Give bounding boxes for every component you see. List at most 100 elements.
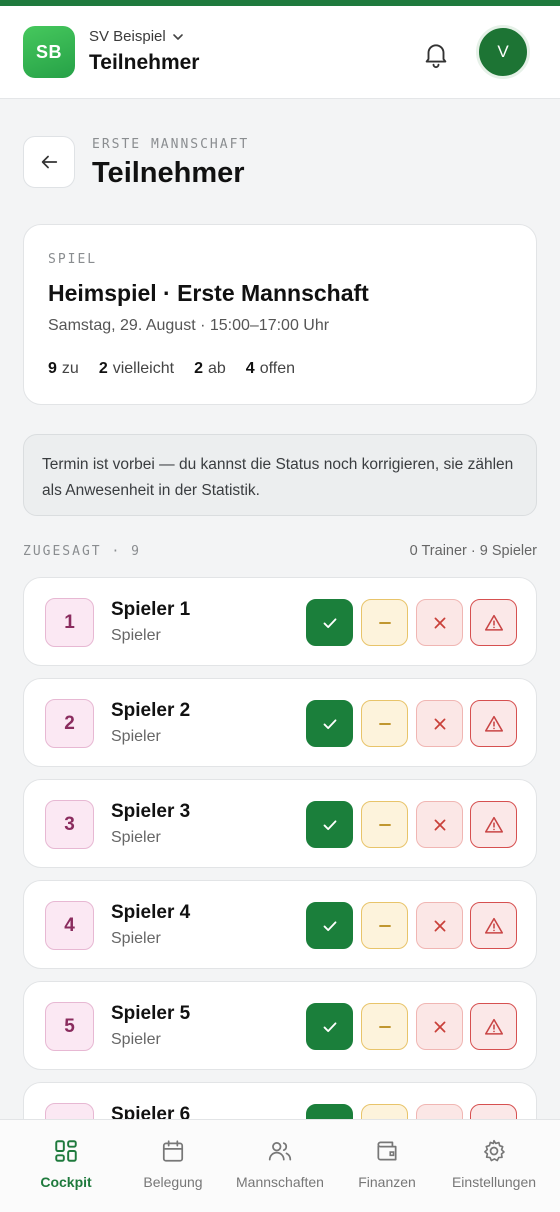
player-name[interactable]: Spieler 2 [111,700,190,722]
section-summary: 0 Trainer · 9 Spieler [409,543,537,559]
jersey-number: 3 [45,800,94,849]
count-accepted: 9 zu [48,360,79,377]
user-avatar[interactable]: V [476,25,530,79]
bell-icon[interactable] [421,39,451,69]
nav-label: Belegung [143,1174,203,1190]
gear-icon [484,1139,505,1162]
player-role: Spieler [111,829,161,846]
info-notice: Termin ist vorbei — du kannst die Status… [23,434,537,516]
player-role: Spieler [111,930,161,947]
minus-icon [378,1025,391,1028]
chevron-down-icon [172,33,183,40]
arrow-left-icon [41,155,58,169]
event-response-counts: 9 zu 2 vielleicht 2 ab 4 offen [48,360,295,378]
nav-label: Finanzen [358,1174,416,1190]
player-row: 3 Spieler 3 Spieler [23,779,537,868]
wallet-icon [377,1141,397,1161]
nav-label: Cockpit [40,1174,92,1190]
club-switcher[interactable]: SV Beispiel [89,28,184,45]
status-no-button[interactable] [416,700,463,747]
status-warn-button[interactable] [470,902,517,949]
count-open: 4 offen [245,360,295,377]
status-maybe-button[interactable] [361,700,408,747]
status-warn-button[interactable] [470,700,517,747]
x-icon [434,617,445,628]
event-kind: SPIEL [48,252,98,267]
status-no-button[interactable] [416,902,463,949]
minus-icon [378,823,391,826]
page-title: Teilnehmer [92,157,245,189]
app-header: SB SV Beispiel Teilnehmer V [0,6,560,99]
x-icon [434,920,445,931]
count-declined: 2 ab [194,360,226,377]
x-icon [434,1021,445,1032]
nav-label: Einstellungen [451,1174,537,1190]
player-row: 1 Spieler 1 Spieler [23,577,537,666]
jersey-number: 5 [45,1002,94,1051]
x-icon [434,718,445,729]
status-no-button[interactable] [416,599,463,646]
club-logo[interactable]: SB [23,26,75,78]
calendar-icon [162,1140,184,1162]
x-icon [434,819,445,830]
warning-icon [484,1018,503,1035]
nav-item-finanzen[interactable]: Finanzen [331,1120,443,1212]
check-icon [323,617,336,628]
nav-label: Mannschaften [236,1174,324,1190]
player-row: 4 Spieler 4 Spieler [23,880,537,969]
nav-item-mannschaften[interactable]: Mannschaften [224,1120,336,1212]
nav-item-einstellungen[interactable]: Einstellungen [438,1120,550,1212]
event-card: SPIEL Heimspiel · Erste Mannschaft Samst… [23,224,537,405]
status-warn-button[interactable] [470,1003,517,1050]
jersey-number: 2 [45,699,94,748]
warning-icon [484,816,503,833]
minus-icon [378,722,391,725]
check-icon [323,819,336,830]
jersey-number: 1 [45,598,94,647]
status-yes-button[interactable] [306,1003,353,1050]
check-icon [323,718,336,729]
count-maybe: 2 vielleicht [98,360,175,377]
event-title: Heimspiel · Erste Mannschaft [48,280,369,306]
status-no-button[interactable] [416,801,463,848]
warning-icon [484,917,503,934]
player-name[interactable]: Spieler 1 [111,599,190,621]
player-name[interactable]: Spieler 3 [111,801,190,823]
status-warn-button[interactable] [470,599,517,646]
player-role: Spieler [111,728,161,745]
status-no-button[interactable] [416,1003,463,1050]
event-date: Samstag, 29. August · 15:00–17:00 Uhr [48,317,330,334]
section-title: ZUGESAGT · 9 [23,544,141,559]
nav-item-cockpit[interactable]: Cockpit [10,1120,122,1212]
status-maybe-button[interactable] [361,801,408,848]
minus-icon [378,924,391,927]
check-icon [323,920,336,931]
back-button[interactable] [23,136,75,188]
status-yes-button[interactable] [306,801,353,848]
status-warn-button[interactable] [470,801,517,848]
player-role: Spieler [111,1031,161,1048]
dashboard-icon [55,1140,77,1162]
player-name[interactable]: Spieler 4 [111,902,190,924]
status-yes-button[interactable] [306,700,353,747]
status-maybe-button[interactable] [361,599,408,646]
player-row: 5 Spieler 5 Spieler [23,981,537,1070]
status-yes-button[interactable] [306,599,353,646]
bottom-navigation: Cockpit Belegung Mannschaften Finanzen E… [0,1119,560,1212]
player-role: Spieler [111,627,161,644]
nav-item-belegung[interactable]: Belegung [117,1120,229,1212]
status-maybe-button[interactable] [361,1003,408,1050]
warning-icon [484,614,503,631]
status-yes-button[interactable] [306,902,353,949]
users-icon [268,1142,292,1161]
check-icon [323,1021,336,1032]
jersey-number: 4 [45,901,94,950]
status-maybe-button[interactable] [361,902,408,949]
app-title: Teilnehmer [89,51,200,74]
club-name: SV Beispiel [89,28,166,45]
minus-icon [378,621,391,624]
player-name[interactable]: Spieler 5 [111,1003,190,1025]
team-eyebrow: ERSTE MANNSCHAFT [92,137,250,152]
warning-icon [484,715,503,732]
player-row: 2 Spieler 2 Spieler [23,678,537,767]
